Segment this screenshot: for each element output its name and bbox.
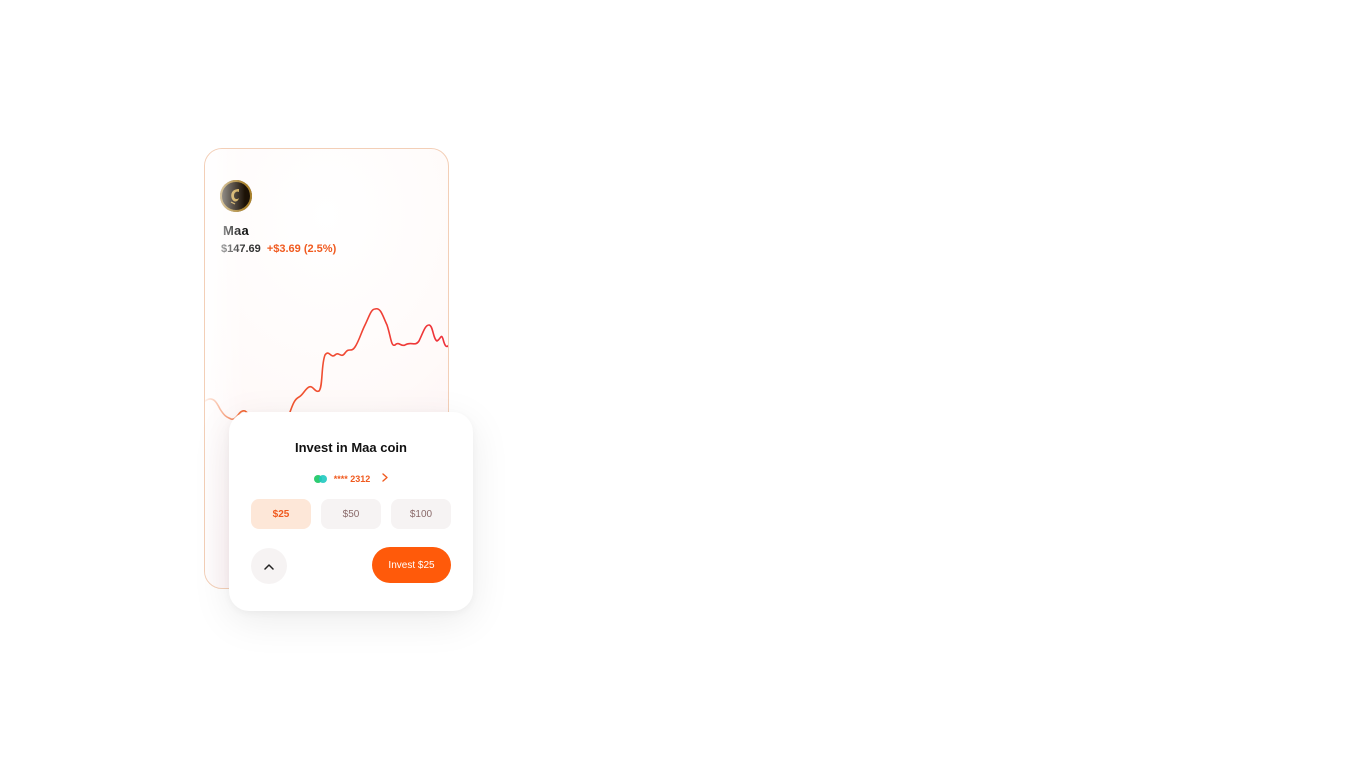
- chevron-up-icon: [264, 557, 274, 575]
- price-row: $147.69 +$3.69 (2.5%): [221, 243, 336, 255]
- payment-card-icon: [313, 475, 328, 483]
- payment-card-selector[interactable]: **** 2312: [229, 472, 473, 486]
- coin-price-change: +$3.69 (2.5%): [266, 243, 337, 255]
- amount-button-50[interactable]: $50: [321, 499, 381, 529]
- stage: Maa $147.69 +$3.69 (2.5%) Invest in Maa …: [0, 0, 1366, 768]
- amount-button-100[interactable]: $100: [391, 499, 451, 529]
- amount-options: $25 $50 $100: [251, 499, 451, 529]
- collapse-button[interactable]: [251, 548, 287, 584]
- amount-button-25[interactable]: $25: [251, 499, 311, 529]
- card-number: **** 2312: [333, 474, 371, 484]
- invest-button[interactable]: Invest $25: [372, 547, 451, 583]
- maa-coin-logo-icon: [220, 180, 252, 212]
- coin-name: Maa: [223, 223, 249, 238]
- chevron-right-icon: [382, 473, 388, 485]
- invest-card: Invest in Maa coin **** 2312 $25 $50 $10…: [229, 412, 473, 611]
- coin-price: $147.69: [221, 243, 261, 255]
- invest-title: Invest in Maa coin: [295, 440, 407, 455]
